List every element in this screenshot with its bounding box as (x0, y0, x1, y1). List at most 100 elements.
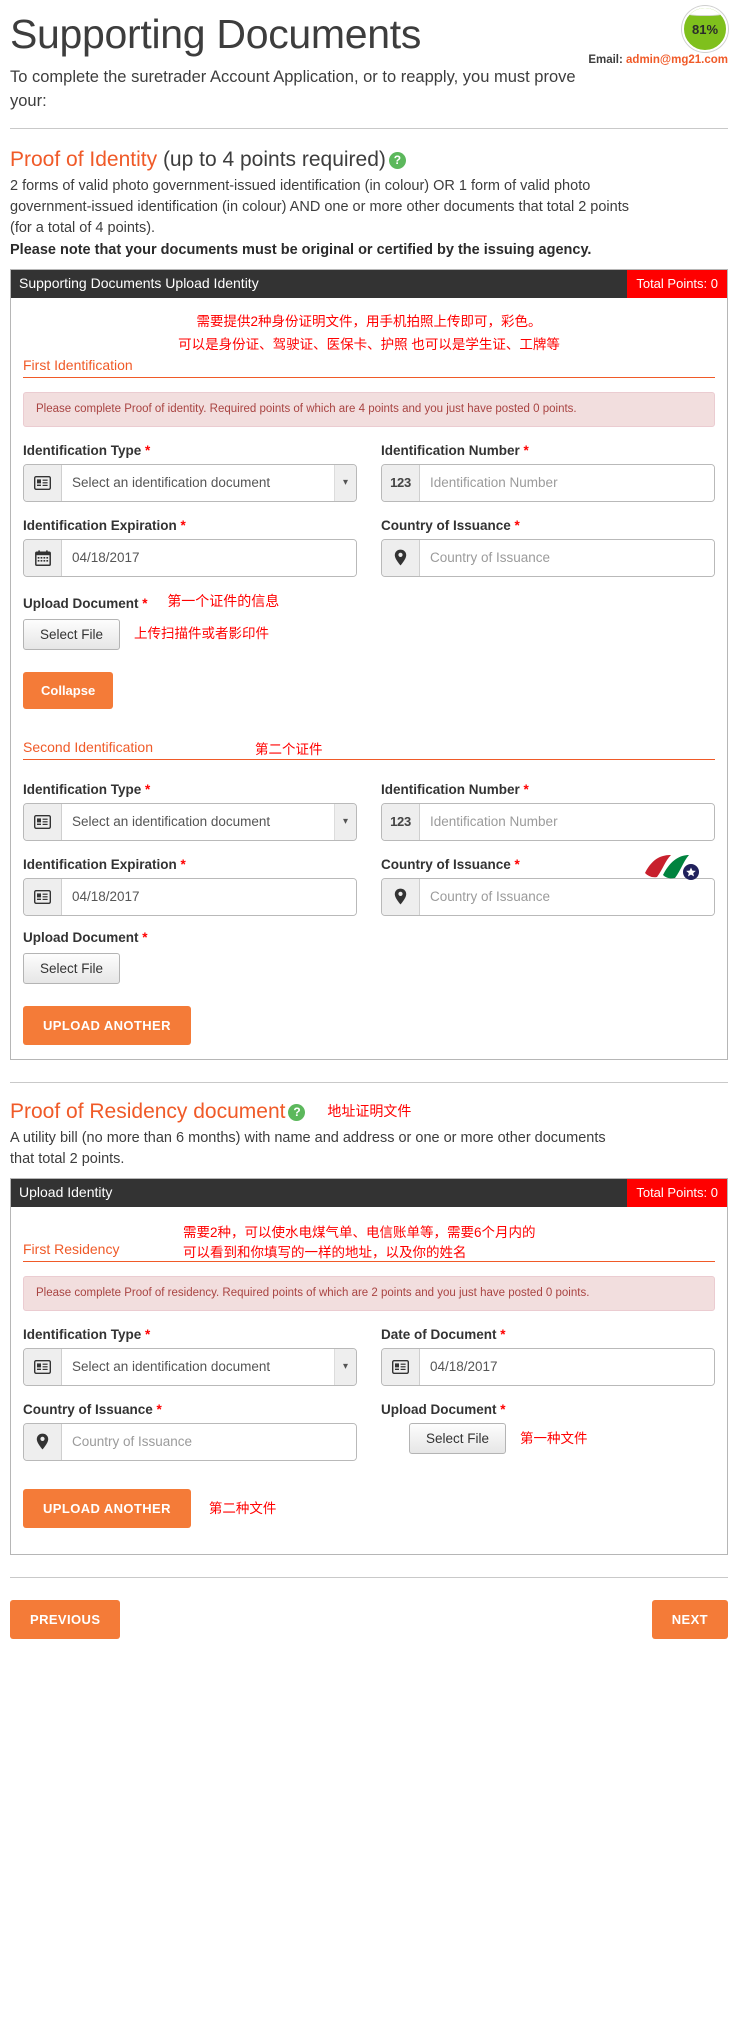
residency-alert: Please complete Proof of residency. Requ… (23, 1276, 715, 1311)
residency-panel: Upload Identity Total Points: 0 First Re… (10, 1178, 728, 1555)
second-id-number-input[interactable]: 123 Identification Number (381, 802, 715, 841)
second-id-type-value: Select an identification document (62, 803, 334, 840)
second-upload-group: Upload Document * Select File (23, 930, 715, 984)
residency-panel-title: Upload Identity (19, 1184, 113, 1201)
identity-heading-accent: Proof of Identity (10, 148, 158, 172)
second-country-group: Country of Issuance * Country of Issuanc… (381, 854, 715, 916)
id-card-icon (24, 464, 62, 501)
email-address[interactable]: admin@mg21.com (626, 54, 728, 66)
first-select-file-button[interactable]: Select File (23, 618, 121, 650)
navigation-row: PREVIOUS NEXT (10, 1599, 728, 1659)
first-id-type-select[interactable]: Select an identification document ▾ (23, 463, 357, 502)
second-id-expiration-input[interactable]: 04/18/2017 (23, 877, 357, 916)
second-id-expiration-label: Identification Expiration * (23, 856, 186, 872)
second-id-expiration-value: 04/18/2017 (62, 878, 356, 915)
first-country-placeholder: Country of Issuance (420, 539, 714, 576)
first-id-row-1: Identification Type * Select an identifi… (23, 443, 715, 502)
second-id-number-placeholder: Identification Number (420, 803, 714, 840)
first-id-expiration-input[interactable]: 04/18/2017 (23, 538, 357, 577)
identity-panel-title: Supporting Documents Upload Identity (19, 274, 259, 291)
identity-panel: Supporting Documents Upload Identity Tot… (10, 268, 728, 1060)
upload-another-button-identity[interactable]: UPLOAD ANOTHER (23, 1005, 191, 1045)
second-id-type-label: Identification Type * (23, 781, 151, 797)
collapse-button[interactable]: Collapse (23, 671, 114, 709)
footer-divider (10, 1576, 728, 1578)
first-collapse-wrap: Collapse (23, 671, 715, 709)
residency-country-input[interactable]: Country of Issuance (23, 1422, 357, 1461)
first-id-type-group: Identification Type * Select an identifi… (23, 443, 357, 502)
next-button[interactable]: NEXT (651, 1599, 728, 1639)
residency-date-label: Date of Document * (381, 1326, 506, 1342)
residency-select-file-button[interactable]: Select File (409, 1422, 507, 1454)
residency-upload-another-wrap: UPLOAD ANOTHER 第二种文件 (23, 1488, 715, 1528)
id-card-icon (24, 878, 62, 915)
second-id-number-group: Identification Number * 123 Identificati… (381, 782, 715, 841)
second-identification-subheading: Second Identification 第二个证件 (23, 739, 715, 760)
second-select-file-button[interactable]: Select File (23, 952, 121, 984)
second-country-placeholder: Country of Issuance (420, 878, 714, 915)
question-mark-icon[interactable]: ? (288, 1103, 306, 1121)
residency-country-label: Country of Issuance * (23, 1401, 162, 1417)
residency-date-input[interactable]: 04/18/2017 (381, 1347, 715, 1386)
map-pin-icon (24, 1423, 62, 1460)
chevron-down-icon[interactable]: ▾ (334, 803, 356, 840)
chevron-down-icon[interactable]: ▾ (334, 464, 356, 501)
residency-heading-annotation: 地址证明文件 (327, 1102, 412, 1119)
residency-id-type-select[interactable]: Select an identification document ▾ (23, 1347, 357, 1386)
identity-alert: Please complete Proof of identity. Requi… (23, 391, 715, 427)
first-id-number-input[interactable]: 123 Identification Number (381, 463, 715, 502)
residency-panel-header: Upload Identity Total Points: 0 (11, 1179, 727, 1208)
first-id-number-group: Identification Number * 123 Identificati… (381, 443, 715, 502)
identity-panel-header: Supporting Documents Upload Identity Tot… (11, 269, 727, 298)
residency-id-type-group: Identification Type * Select an identifi… (23, 1327, 357, 1386)
contact-email: Email: admin@mg21.com (588, 54, 728, 66)
identity-annotation-line2: 可以是身份证、驾驶证、医保卡、护照 也可以是学生证、工牌等 (178, 337, 560, 353)
first-id-expiration-value: 04/18/2017 (62, 539, 356, 576)
second-identification-annotation: 第二个证件 (255, 741, 323, 757)
first-identification-subheading: First Identification (23, 357, 715, 378)
second-upload-another-wrap: UPLOAD ANOTHER (23, 1005, 715, 1045)
residency-annotation-line1: 需要2种，可以使水电煤气单、电信账单等，需要6个月内的 (183, 1225, 536, 1241)
residency-panel-body: First Residency 需要2种，可以使水电煤气单、电信账单等，需要6个… (11, 1207, 727, 1554)
header-divider (10, 128, 728, 130)
residency-upload-label: Upload Document * (381, 1401, 506, 1417)
first-residency-subheading: First Residency 需要2种，可以使水电煤气单、电信账单等，需要6个… (23, 1225, 715, 1263)
number-prefix-icon: 123 (382, 464, 420, 501)
intro-text: To complete the suretrader Account Appli… (10, 68, 576, 111)
second-id-type-group: Identification Type * Select an identifi… (23, 782, 357, 841)
id-card-icon (24, 803, 62, 840)
identity-heading-rest: (up to 4 points required) (162, 148, 386, 172)
number-prefix-icon: 123 (382, 803, 420, 840)
chevron-down-icon[interactable]: ▾ (334, 1348, 356, 1385)
email-label: Email: (588, 54, 623, 66)
second-id-type-select[interactable]: Select an identification document ▾ (23, 802, 357, 841)
first-country-input[interactable]: Country of Issuance (381, 538, 715, 577)
residency-select-file-annotation: 第一种文件 (520, 1430, 588, 1446)
residency-total-points: Total Points: 0 (627, 1179, 727, 1208)
residency-upload-another-annotation: 第二种文件 (208, 1500, 277, 1516)
page-title: Supporting Documents (10, 11, 422, 57)
second-id-number-label: Identification Number * (381, 781, 529, 797)
residency-upload-group: Upload Document * Select File 第一种文件 (381, 1402, 715, 1461)
page-header: Supporting Documents 81% Email: admin@mg… (6, 0, 732, 130)
residency-heading-accent: Proof of Residency document (10, 1099, 286, 1123)
second-id-expiration-group: Identification Expiration * 04/18/2017 (23, 857, 357, 916)
calendar-icon (24, 539, 62, 576)
residency-country-group: Country of Issuance * Country of Issuanc… (23, 1402, 357, 1461)
second-country-label: Country of Issuance * (381, 856, 520, 872)
header-right: 81% Email: admin@mg21.com (542, 6, 732, 66)
residency-row-1: Identification Type * Select an identifi… (23, 1327, 715, 1386)
first-id-expiration-label: Identification Expiration * (23, 517, 186, 533)
previous-button[interactable]: PREVIOUS (10, 1599, 121, 1639)
second-id-row-2: Identification Expiration * 04/18/2017 C… (23, 854, 715, 916)
progress-badge-value: 81% (691, 21, 719, 37)
first-upload-group: Upload Document * 第一个证件的信息 Select File 上… (23, 591, 715, 650)
residency-id-type-label: Identification Type * (23, 1326, 151, 1342)
id-card-icon (382, 1348, 420, 1385)
upload-another-button-residency[interactable]: UPLOAD ANOTHER (23, 1488, 191, 1528)
second-country-input[interactable]: Country of Issuance (381, 877, 715, 916)
map-pin-icon (382, 878, 420, 915)
identity-total-points: Total Points: 0 (627, 269, 727, 298)
question-mark-icon[interactable]: ? (388, 152, 406, 170)
first-upload-label: Upload Document * 第一个证件的信息 (23, 592, 280, 611)
